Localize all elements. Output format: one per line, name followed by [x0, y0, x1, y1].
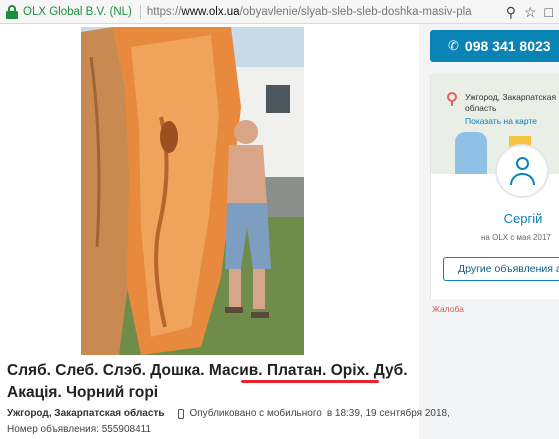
ad-number: Номер объявления: 555908411 [7, 424, 152, 435]
listing-meta: Ужгород, Закарпатская область Опубликова… [7, 408, 450, 419]
key-icon[interactable]: ⚲ [506, 3, 516, 21]
listing-title-line-2: Акація. Чорний горі [7, 384, 159, 401]
phone-icon: ✆ [448, 38, 459, 53]
lock-icon [6, 4, 18, 19]
mobile-icon [178, 408, 185, 419]
url-host: www.olx.ua [181, 5, 240, 18]
url-field[interactable]: https://www.olx.ua/obyavlenie/slyab-sleb… [147, 6, 477, 18]
url-scheme: https:// [146, 5, 182, 18]
page: OLX Global B.V. (NL) https://www.olx.ua/… [0, 0, 559, 439]
address-bar-actions: ⚲ ☆ □ [506, 3, 553, 21]
listing-photo-image [81, 27, 304, 355]
map-region [455, 132, 487, 174]
listing-title-line-1: Сляб. Слеб. Слэб. Дошка. Масив. Платан. … [7, 362, 408, 380]
show-on-map-link[interactable]: Показать на карте [465, 116, 537, 126]
complaint-link[interactable]: Жалоба [432, 304, 464, 314]
show-phone-button[interactable]: ✆ 098 341 8023 [430, 30, 559, 62]
member-since: на OLX с мая 2017 [481, 233, 551, 242]
star-icon[interactable]: ☆ [524, 3, 537, 21]
address-divider [139, 4, 141, 19]
bookmark-icon[interactable]: □ [545, 3, 553, 21]
phone-number: 098 341 8023 [464, 38, 551, 54]
other-ads-button[interactable]: Другие объявления ав [443, 257, 559, 281]
site-identity[interactable]: OLX Global B.V. (NL) [23, 6, 132, 18]
map-pin-icon [447, 92, 457, 106]
title-part-2: Платан. Оріх. Дуб. [266, 362, 408, 379]
url-path: /obyavlenie/slyab-sleb-sleb-doshka-masiv… [239, 5, 472, 18]
browser-address-bar[interactable]: OLX Global B.V. (NL) https://www.olx.ua/… [0, 0, 559, 24]
listing-photo[interactable] [81, 27, 304, 355]
listing-city[interactable]: Ужгород, Закарпатская область [7, 408, 164, 419]
seller-card: Ужгород, Закарпатская область Показать н… [430, 74, 559, 299]
published-label: Опубликовано с мобильного [189, 408, 322, 419]
map-location-text: Ужгород, Закарпатская область [465, 92, 557, 113]
red-underline-annotation [241, 380, 379, 383]
title-part-1: Сляб. Слеб. Слэб. Дошка. Масив. [7, 362, 267, 379]
published-time: в 18:39, 19 сентября 2018, [326, 408, 450, 419]
user-avatar-icon[interactable] [495, 144, 549, 198]
seller-name[interactable]: Сергій [493, 211, 553, 226]
